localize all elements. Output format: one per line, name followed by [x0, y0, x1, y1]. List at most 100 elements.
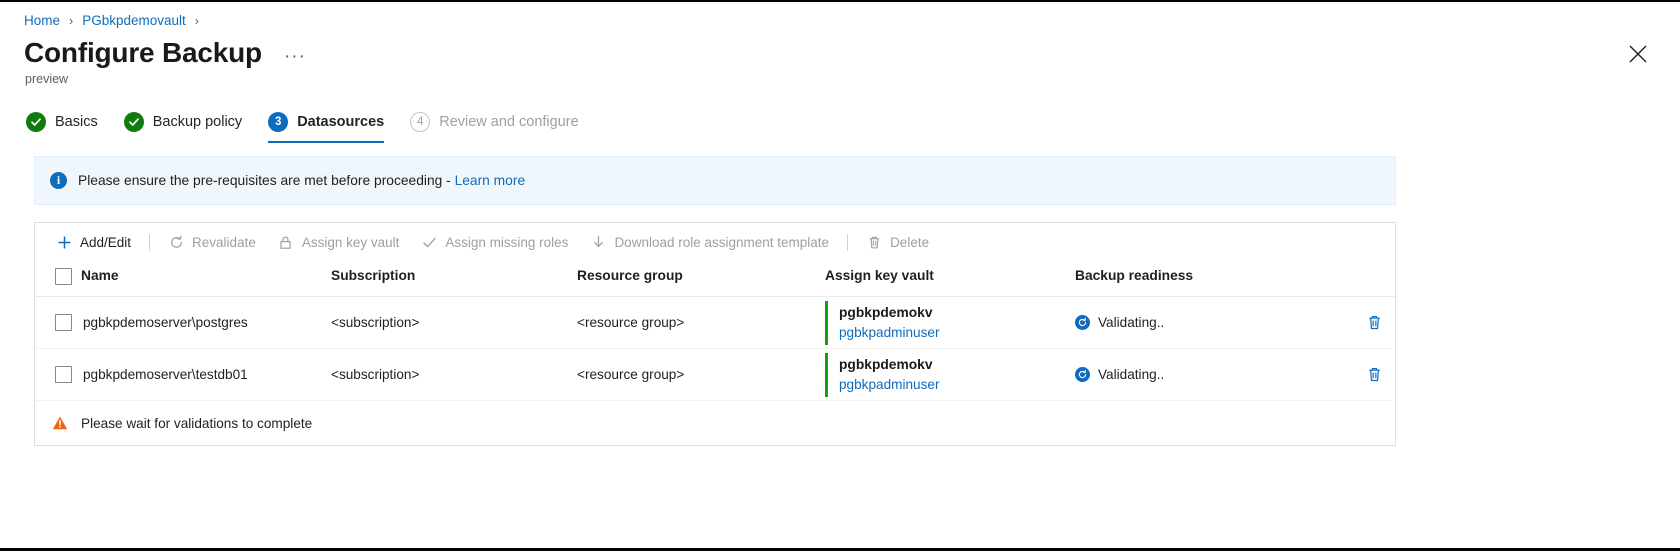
- key-vault-user-link[interactable]: pgbkpadminuser: [839, 323, 940, 343]
- table-row[interactable]: pgbkpdemoserver\postgres <subscription> …: [35, 296, 1397, 349]
- backup-readiness-status: Validating..: [1098, 367, 1165, 382]
- column-header-name: Name: [81, 261, 331, 297]
- wizard-step-basics[interactable]: Basics: [26, 112, 98, 143]
- row-resource-group-cell: <resource group>: [577, 348, 825, 401]
- trash-icon: [866, 234, 882, 250]
- resource-group-value: <resource group>: [577, 315, 685, 330]
- select-all-checkbox[interactable]: [55, 268, 72, 285]
- validating-sync-icon: [1075, 367, 1090, 382]
- wizard-step-datasources[interactable]: 3 Datasources: [268, 112, 385, 143]
- select-all-header: [35, 261, 81, 297]
- assign-key-vault-label: Assign key vault: [301, 234, 400, 250]
- subscription-value: <subscription>: [331, 367, 420, 382]
- assign-key-vault-button[interactable]: Assign key vault: [267, 227, 411, 257]
- more-options-icon[interactable]: ···: [284, 47, 306, 66]
- table-row[interactable]: pgbkpdemoserver\testdb01 <subscription> …: [35, 348, 1397, 401]
- validation-footer-note: Please wait for validations to complete: [35, 401, 1395, 445]
- page-title: Configure Backup: [24, 37, 262, 68]
- toolbar-divider: [149, 233, 151, 251]
- breadcrumb-item-home[interactable]: Home: [24, 13, 60, 28]
- download-role-assignment-template-label: Download role assignment template: [614, 234, 830, 250]
- backup-readiness-status: Validating..: [1098, 315, 1165, 330]
- validating-sync-icon: [1075, 315, 1090, 330]
- row-subscription-cell: <subscription>: [331, 348, 577, 401]
- row-actions-cell: [1325, 348, 1397, 401]
- column-header-resource-group: Resource group: [577, 261, 825, 297]
- wizard-step-review-and-configure[interactable]: 4 Review and configure: [410, 112, 579, 143]
- revalidate-button[interactable]: Revalidate: [157, 227, 267, 257]
- datasource-name: pgbkpdemoserver\postgres: [83, 315, 248, 330]
- check-circle-icon: [26, 112, 46, 132]
- key-vault-name: pgbkpdemokv: [839, 356, 933, 372]
- revalidate-label: Revalidate: [192, 234, 256, 250]
- row-key-vault-cell: pgbkpdemokv pgbkpadminuser: [825, 296, 1075, 349]
- plus-icon: [56, 234, 72, 250]
- step-number-badge: 4: [410, 112, 431, 132]
- row-select-cell: [35, 348, 81, 401]
- info-icon: i: [50, 172, 67, 189]
- datasources-toolbar: Add/Edit Revalidate Assign key vault Ass…: [35, 223, 1395, 261]
- close-icon[interactable]: [1624, 40, 1652, 68]
- toolbar-divider-2: [847, 233, 849, 251]
- check-circle-icon: [123, 112, 144, 132]
- datasource-name: pgbkpdemoserver\testdb01: [83, 367, 248, 382]
- row-name-cell: pgbkpdemoserver\testdb01: [81, 348, 331, 401]
- info-banner-message: Please ensure the pre-requisites are met…: [78, 173, 455, 188]
- datasources-table: Name Subscription Resource group Assign …: [35, 261, 1397, 401]
- delete-label: Delete: [890, 234, 930, 250]
- preview-label: preview: [25, 72, 69, 86]
- configure-backup-blade: Home › PGbkpdemovault › Configure Backup…: [0, 0, 1680, 551]
- datasources-panel: Add/Edit Revalidate Assign key vault Ass…: [34, 222, 1397, 446]
- key-vault-status-accent-bar: [825, 352, 828, 397]
- download-role-assignment-template-button[interactable]: Download role assignment template: [579, 227, 840, 257]
- add-edit-button[interactable]: Add/Edit: [45, 227, 142, 257]
- prerequisites-info-banner: i Please ensure the pre-requisites are m…: [34, 156, 1396, 205]
- delete-button[interactable]: Delete: [855, 227, 940, 257]
- check-icon: [421, 234, 437, 250]
- row-subscription-cell: <subscription>: [331, 296, 577, 349]
- wizard-step-label: Basics: [55, 114, 98, 130]
- assign-missing-roles-label: Assign missing roles: [445, 234, 569, 250]
- wizard-step-label: Backup policy: [152, 114, 243, 130]
- download-icon: [590, 234, 606, 250]
- key-vault-name: pgbkpdemokv: [839, 304, 933, 320]
- row-backup-readiness-cell: Validating..: [1075, 348, 1325, 401]
- column-header-backup-readiness: Backup readiness: [1075, 261, 1325, 297]
- info-banner-text: Please ensure the pre-requisites are met…: [78, 173, 525, 188]
- row-backup-readiness-cell: Validating..: [1075, 296, 1325, 349]
- column-header-subscription: Subscription: [331, 261, 577, 297]
- key-vault-status-accent-bar: [825, 300, 828, 345]
- row-select-cell: [35, 296, 81, 349]
- row-actions-cell: [1325, 296, 1397, 349]
- wizard-step-label: Review and configure: [439, 114, 579, 130]
- column-header-assign-key-vault: Assign key vault: [825, 261, 1075, 297]
- title-row: Configure Backup ···: [0, 28, 1680, 70]
- breadcrumb: Home › PGbkpdemovault ›: [0, 2, 1680, 28]
- breadcrumb-separator-icon-2: ›: [194, 13, 199, 28]
- row-checkbox[interactable]: [55, 366, 72, 383]
- breadcrumb-item-vault[interactable]: PGbkpdemovault: [82, 13, 186, 28]
- wizard-steps: Basics Backup policy 3 Datasources 4 Rev…: [26, 112, 1680, 143]
- assign-missing-roles-button[interactable]: Assign missing roles: [410, 227, 579, 257]
- row-delete-icon[interactable]: [1363, 364, 1385, 386]
- row-name-cell: pgbkpdemoserver\postgres: [81, 296, 331, 349]
- row-resource-group-cell: <resource group>: [577, 296, 825, 349]
- row-key-vault-cell: pgbkpdemokv pgbkpadminuser: [825, 348, 1075, 401]
- subscription-value: <subscription>: [331, 315, 420, 330]
- step-number-badge: 3: [268, 112, 289, 132]
- resource-group-value: <resource group>: [577, 367, 685, 382]
- table-header-row: Name Subscription Resource group Assign …: [35, 261, 1397, 297]
- lock-icon: [278, 234, 294, 250]
- wizard-step-label: Datasources: [297, 114, 385, 130]
- add-edit-label: Add/Edit: [80, 234, 132, 250]
- column-header-actions: [1325, 261, 1397, 297]
- learn-more-link[interactable]: Learn more: [455, 173, 526, 188]
- row-delete-icon[interactable]: [1363, 312, 1385, 334]
- refresh-icon: [168, 234, 184, 250]
- row-checkbox[interactable]: [55, 314, 72, 331]
- key-vault-user-link[interactable]: pgbkpadminuser: [839, 375, 940, 395]
- validation-footer-text: Please wait for validations to complete: [81, 415, 313, 431]
- warning-icon: [51, 415, 68, 432]
- wizard-step-backup-policy[interactable]: Backup policy: [123, 112, 243, 143]
- breadcrumb-separator-icon: ›: [69, 13, 74, 28]
